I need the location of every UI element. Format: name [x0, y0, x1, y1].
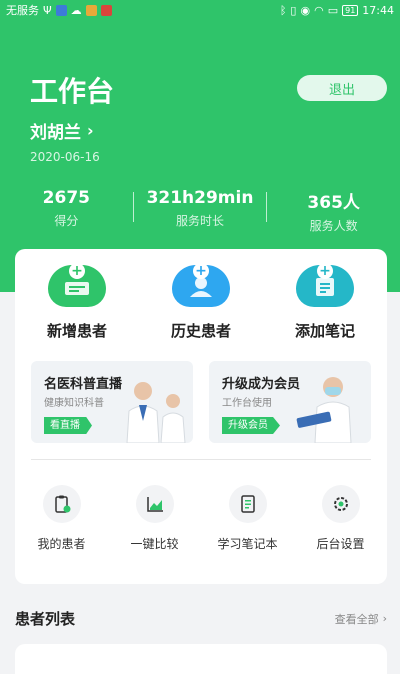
quick-action-label: 添加笔记 — [294, 322, 355, 340]
nurse-illustration — [296, 377, 352, 443]
tool-grid: 我的患者 一键比较 学习笔记本 后台设置 — [15, 485, 387, 552]
logout-button[interactable]: 退出 — [297, 75, 387, 101]
quick-action-label: 历史患者 — [170, 322, 231, 340]
view-all-label: 查看全部 — [334, 612, 379, 626]
tool-compare[interactable]: 一键比较 — [108, 485, 201, 552]
patient-list-header: 患者列表 查看全部 › — [15, 608, 387, 629]
status-bar: 无服务 Ψ ☁ ᛒ ▯ ◉ ◠ ▭ 91 17:44 — [0, 0, 400, 20]
tool-study-notebook[interactable]: 学习笔记本 — [201, 485, 294, 552]
banner-live-science[interactable]: 名医科普直播 健康知识科普 看直播 — [31, 361, 193, 443]
usb-icon: Ψ — [43, 3, 52, 17]
add-note-icon: + — [296, 263, 354, 307]
wifi-icon: ◠ — [314, 3, 324, 17]
stat-value: 365人 — [307, 193, 360, 213]
quick-action-add-patient[interactable]: + 新增患者 — [15, 263, 139, 341]
upgrade-member-button[interactable]: 升级会员 — [222, 417, 280, 434]
stat-label: 服务人数 — [309, 219, 358, 233]
chart-icon — [135, 485, 174, 523]
user-name: 刘胡兰 — [30, 123, 81, 143]
view-all-link[interactable]: 查看全部 › — [335, 611, 387, 627]
stat-value: 2675 — [42, 188, 90, 208]
tool-settings[interactable]: 后台设置 — [294, 485, 387, 552]
app-notification-icon — [100, 4, 112, 16]
cloud-icon: ☁ — [70, 3, 82, 17]
stat-label: 得分 — [54, 214, 79, 228]
watch-live-button[interactable]: 看直播 — [44, 417, 92, 434]
quick-actions: + 新增患者 + 历史患者 + 添加笔记 — [15, 263, 387, 341]
gear-icon — [321, 485, 360, 523]
app-notification-icon — [85, 4, 97, 16]
quick-action-label: 新增患者 — [46, 322, 107, 340]
current-date: 2020-06-16 — [30, 150, 100, 164]
clipboard-icon — [42, 485, 81, 523]
stats-row: 2675 得分 321h29min 服务时长 365人 服务人数 — [0, 188, 400, 238]
banner-subtitle: 工作台使用 — [222, 398, 272, 409]
stat-score: 2675 得分 — [0, 188, 133, 238]
battery-icon: 91 — [342, 4, 359, 16]
tool-label: 一键比较 — [130, 537, 179, 551]
banner-subtitle: 健康知识科普 — [44, 398, 104, 409]
app-notification-icon — [55, 4, 67, 16]
chevron-right-icon: › — [382, 612, 387, 625]
history-patient-icon: + — [172, 263, 230, 307]
add-patient-icon: + — [48, 263, 106, 307]
sim-icon: ▭ — [327, 3, 339, 17]
stat-service-count: 365人 服务人数 — [267, 188, 400, 238]
doctors-illustration — [126, 382, 186, 443]
tool-label: 后台设置 — [316, 537, 365, 551]
user-name-link[interactable]: 刘胡兰 › — [30, 118, 94, 143]
quick-action-history-patient[interactable]: + 历史患者 — [139, 263, 263, 341]
patient-list-card — [15, 644, 387, 674]
eye-icon: ◉ — [300, 3, 311, 17]
carrier-label: 无服务 — [6, 4, 39, 17]
banner-title: 升级成为会员 — [222, 377, 301, 392]
stat-label: 服务时长 — [176, 214, 225, 228]
notebook-icon — [228, 485, 267, 523]
quick-action-add-note[interactable]: + 添加笔记 — [263, 263, 387, 341]
chevron-right-icon: › — [87, 121, 94, 140]
patient-list-title: 患者列表 — [15, 610, 76, 628]
workbench-card: + 新增患者 + 历史患者 + 添加笔记 名医科普直播 健康知识科普 看直播 升… — [15, 249, 387, 584]
tool-label: 学习笔记本 — [217, 537, 278, 551]
page-title: 工作台 — [30, 75, 115, 108]
clock: 17:44 — [362, 3, 394, 17]
banner-title: 名医科普直播 — [44, 377, 123, 392]
stat-service-duration: 321h29min 服务时长 — [134, 188, 267, 238]
bluetooth-icon: ᛒ — [279, 3, 287, 17]
stat-value: 321h29min — [146, 188, 254, 208]
section-divider — [31, 459, 371, 460]
vibrate-icon: ▯ — [290, 3, 297, 17]
banner-upgrade-member[interactable]: 升级成为会员 工作台使用 升级会员 — [209, 361, 371, 443]
tool-label: 我的患者 — [37, 537, 86, 551]
promo-banners: 名医科普直播 健康知识科普 看直播 升级成为会员 工作台使用 升级会员 — [31, 361, 371, 443]
tool-my-patients[interactable]: 我的患者 — [15, 485, 108, 552]
